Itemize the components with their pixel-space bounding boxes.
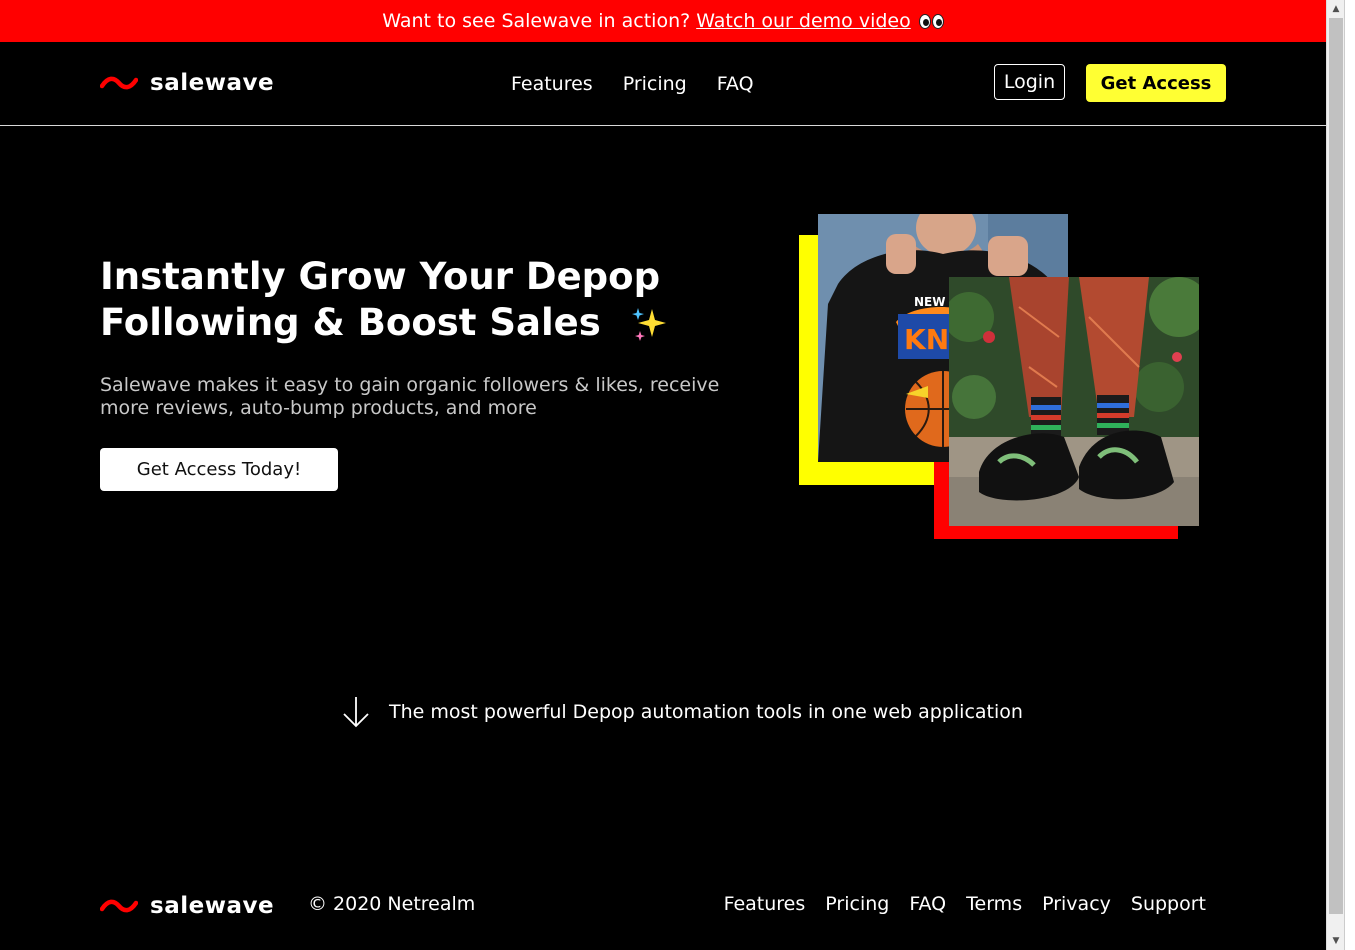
vertical-scrollbar[interactable]: ▲ ▼ [1326,0,1345,950]
sparkles-icon [631,307,666,341]
footer-links: Features Pricing FAQ Terms Privacy Suppo… [724,893,1206,915]
nav-pricing-link[interactable]: Pricing [623,73,687,95]
get-access-today-button[interactable]: Get Access Today! [100,448,338,491]
scroll-down-arrow-icon[interactable]: ▼ [1327,932,1345,950]
nav-faq-link[interactable]: FAQ [717,73,754,95]
footer-privacy-link[interactable]: Privacy [1042,893,1111,915]
footer-pricing-link[interactable]: Pricing [825,893,889,915]
side-panel-edge [1344,0,1355,950]
login-button[interactable]: Login [994,64,1065,100]
hero-subtitle: Salewave makes it easy to gain organic f… [100,374,720,419]
hero-title: Instantly Grow Your Depop Following & Bo… [100,254,670,346]
footer-salewave-logo[interactable]: salewave [100,893,274,919]
shoes-photo [949,277,1199,526]
salewave-logo[interactable]: salewave [100,70,274,96]
wave-logo-icon [100,76,138,90]
footer-features-link[interactable]: Features [724,893,806,915]
footer-support-link[interactable]: Support [1131,893,1206,915]
hero-title-line-1: Instantly Grow Your Depop [100,255,661,298]
wave-logo-icon [100,899,138,913]
scroll-up-arrow-icon[interactable]: ▲ [1327,0,1345,18]
top-navigation: salewave Features Pricing FAQ Login Get … [0,42,1326,126]
demo-video-link[interactable]: Watch our demo video [696,10,911,32]
page: Want to see Salewave in action? Watch ou… [0,0,1326,950]
nav-links: Features Pricing FAQ [511,73,754,95]
banner-text: Want to see Salewave in action? [382,10,691,32]
scrollbar-thumb[interactable] [1329,18,1343,914]
logo-text: salewave [150,70,275,96]
footer-terms-link[interactable]: Terms [966,893,1022,915]
tagline-text: The most powerful Depop automation tools… [389,701,1023,723]
arrow-down-icon [343,697,369,728]
footer-logo-text: salewave [150,893,275,919]
hero-title-line-2: Following & Boost Sales [100,301,601,344]
nav-features-link[interactable]: Features [511,73,593,95]
copyright-text: © 2020 Netrealm [308,893,476,915]
tagline: The most powerful Depop automation tools… [341,695,1023,729]
eyes-emoji-icon [918,13,944,29]
footer-faq-link[interactable]: FAQ [909,893,946,915]
get-access-button[interactable]: Get Access [1086,64,1226,102]
announcement-banner: Want to see Salewave in action? Watch ou… [0,0,1326,42]
